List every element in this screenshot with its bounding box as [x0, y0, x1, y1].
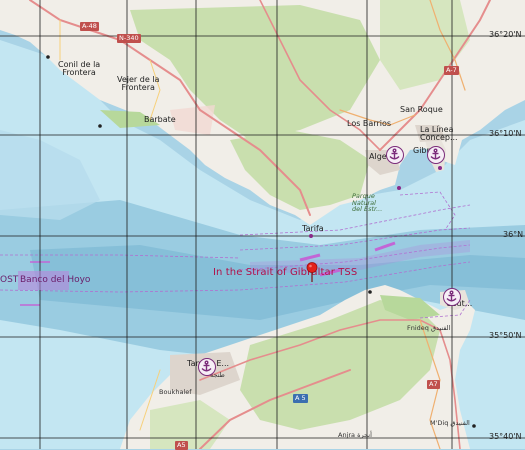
place-fnideq: Fnideq الفنيدق [407, 324, 451, 332]
place-los-barrios: Los Barrios [347, 119, 392, 128]
lat-label-35-40: 35°40'N [489, 432, 522, 441]
place-mdiq: M'Diq الفنيدق [430, 419, 470, 427]
lat-label-36-00: 36°N [503, 230, 524, 239]
lat-label-36-20: 36°20'N [489, 30, 522, 39]
road-n340: N-340 [117, 34, 141, 43]
place-conil: Conil de la Frontera [58, 60, 101, 77]
place-boukhalef: Boukhalef [159, 388, 192, 396]
anchor-icon[interactable] [386, 146, 404, 164]
road-a7-south: A7 [427, 380, 440, 389]
anchor-icon[interactable] [198, 358, 216, 376]
anchor-icon[interactable] [427, 146, 445, 164]
ost-label: OST [0, 275, 19, 285]
lat-label-35-50: 35°50'N [489, 331, 522, 340]
road-a5: A 5 [293, 394, 308, 403]
road-a7: A-7 [444, 66, 459, 75]
location-pin-icon[interactable] [306, 262, 318, 282]
place-san-roque: San Roque [400, 105, 443, 114]
tss-label[interactable]: In the Strait of Gibraltar TSS [213, 268, 357, 278]
place-anjra: Anjra أنجرة [338, 431, 372, 439]
road-a48: A-48 [80, 22, 99, 31]
place-parque-natural: Parque Natural del Estr... [352, 192, 383, 213]
place-vejer: Vejer de la Frontera [117, 75, 160, 92]
place-la-linea: La Línea Concep... [420, 125, 458, 142]
place-barbate: Barbate [144, 115, 176, 124]
lat-label-36-10: 36°10'N [489, 129, 522, 138]
anchor-icon[interactable] [443, 288, 461, 306]
banco-del-hoyo-label[interactable]: Banco del Hoyo [20, 276, 90, 285]
place-tarifa: Tarifa [302, 224, 324, 233]
